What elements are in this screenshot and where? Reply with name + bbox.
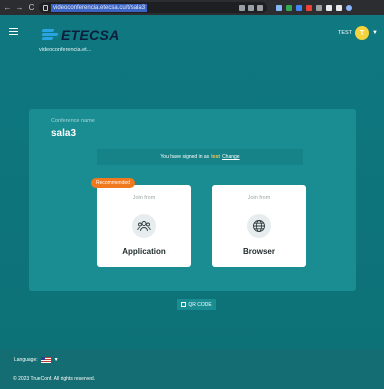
etecsa-logo: ETECSA <box>41 27 120 43</box>
qr-code-button[interactable]: QR CODE <box>177 299 216 310</box>
join-browser-card[interactable]: Join from Browser <box>212 185 306 267</box>
extension-icon[interactable] <box>286 4 292 11</box>
app-page: ETECSA videoconferencia.et... TEST T ▼ C… <box>0 15 384 389</box>
join-from-label: Join from <box>247 195 271 201</box>
chevron-down-icon[interactable]: ▼ <box>372 30 378 36</box>
signed-in-user: test <box>211 154 221 160</box>
conference-name: sala3 <box>51 128 77 139</box>
extension-icon[interactable] <box>306 4 312 11</box>
join-application-card[interactable]: Join from Application <box>97 185 191 267</box>
profile-icon[interactable] <box>346 4 352 11</box>
reload-button[interactable]: C <box>27 0 36 15</box>
recommended-badge: Recommended <box>91 178 135 188</box>
chevron-down-icon: ▼ <box>53 357 59 363</box>
address-bar[interactable]: videoconferencia.etecsa.cu/t/sala3 <box>39 2 267 13</box>
browser-toolbar: ← → C videoconferencia.etecsa.cu/t/sala3 <box>0 0 384 15</box>
us-flag-icon <box>40 357 51 363</box>
puzzle-icon[interactable] <box>326 4 332 11</box>
signed-in-text: You have signed in as <box>160 154 210 160</box>
join-from-label: Join from <box>132 195 156 201</box>
conference-panel: Conference name sala3 You have signed in… <box>29 109 356 310</box>
browser-title: Browser <box>242 247 275 256</box>
user-menu[interactable]: TEST T ▼ <box>338 26 378 40</box>
app-header: ETECSA videoconferencia.et... TEST T ▼ <box>0 15 384 65</box>
back-button[interactable]: ← <box>3 0 12 15</box>
globe-icon <box>247 214 271 238</box>
application-title: Application <box>122 247 166 256</box>
language-label: Language: <box>14 357 38 363</box>
footer: Language: ▼ © 2023 TrueConf. All rights … <box>0 349 384 389</box>
extension-icon[interactable] <box>276 4 282 11</box>
lock-icon <box>43 4 48 11</box>
application-icon <box>132 214 156 238</box>
qr-label: QR CODE <box>188 301 212 308</box>
extension-icon[interactable] <box>316 4 322 11</box>
translate-icon[interactable] <box>239 4 245 11</box>
sidebar-icon[interactable] <box>336 4 342 11</box>
bookmark-star-icon[interactable] <box>257 4 263 11</box>
conference-name-label: Conference name <box>51 118 95 124</box>
extension-icon[interactable] <box>296 4 302 11</box>
avatar[interactable]: T <box>355 26 370 40</box>
change-link[interactable]: Change <box>222 154 240 160</box>
signed-in-bar: You have signed in as test Change <box>97 149 303 165</box>
user-name: TEST <box>337 30 353 36</box>
forward-button[interactable]: → <box>15 0 24 15</box>
url-text[interactable]: videoconferencia.etecsa.cu/t/sala3 <box>51 3 148 12</box>
qr-icon <box>181 302 187 307</box>
copyright: © 2023 TrueConf. All rights reserved. <box>13 376 96 382</box>
logo-mark-icon <box>41 28 60 42</box>
share-icon[interactable] <box>248 4 254 11</box>
language-selector[interactable]: Language: ▼ <box>14 357 59 363</box>
site-name: videoconferencia.et... <box>39 47 92 53</box>
menu-icon[interactable] <box>9 28 18 35</box>
extensions-bar <box>276 4 352 11</box>
